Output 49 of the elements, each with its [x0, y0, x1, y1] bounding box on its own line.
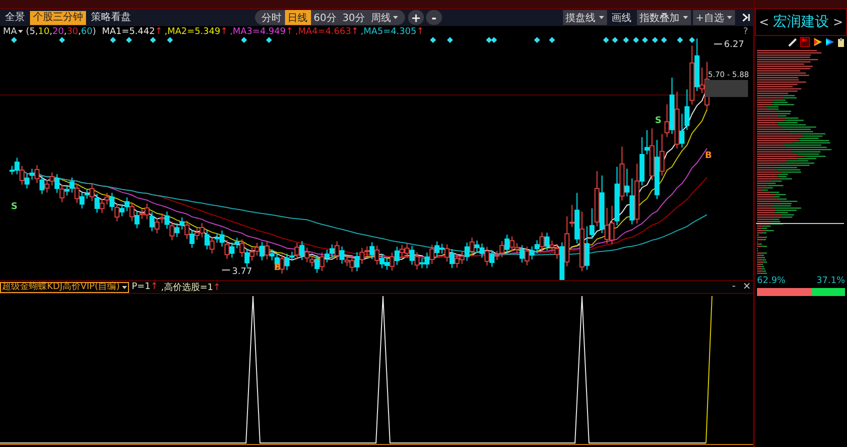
caret-icon	[598, 16, 604, 19]
price-range-box	[705, 80, 748, 97]
stock-name: 宏润建设	[772, 13, 830, 31]
collapse-icon[interactable]	[742, 13, 752, 22]
toolbar-button[interactable]: 画线	[608, 10, 635, 25]
tab[interactable]: 策略看盘	[88, 10, 134, 24]
pencil-icon[interactable]	[788, 38, 797, 46]
tab[interactable]: 个股三分钟	[30, 10, 86, 24]
low-price-label: 3.77	[232, 267, 252, 277]
ma-parameters: (5,10,20,30,60)	[26, 26, 96, 36]
toolbar-button[interactable]: 指数叠加	[636, 10, 691, 25]
zoom-button[interactable]: +	[408, 10, 424, 25]
caret-icon	[122, 286, 127, 288]
ma-value: ,MA4=4.663↑	[295, 26, 359, 36]
flag-icon[interactable]	[813, 38, 822, 46]
next-stock-button[interactable]: >	[832, 15, 843, 29]
tab[interactable]: 全景	[2, 10, 28, 24]
period-tab[interactable]: 日线	[284, 10, 311, 25]
caret-icon	[393, 16, 398, 19]
toolbar-button[interactable]: 摸盘线	[562, 10, 607, 25]
help-icon[interactable]: ?	[743, 26, 748, 36]
caret-icon	[18, 30, 23, 33]
buy-signal-label: B	[705, 151, 712, 161]
ma-value: ,MA2=5.349↑	[164, 26, 228, 36]
period-tab[interactable]: 周线	[368, 10, 402, 25]
ma-value: ,MA5=4.305↑	[360, 26, 424, 36]
minimize-button[interactable]: -	[730, 282, 738, 292]
flag-icon[interactable]	[825, 38, 834, 46]
period-tab[interactable]: 分时	[258, 10, 285, 25]
ma-dropdown[interactable]: MA	[2, 26, 24, 37]
period-tab[interactable]: 30分	[339, 10, 368, 25]
buy-percentage: 62.9%	[757, 276, 786, 286]
sell-signal-label: S	[11, 202, 18, 212]
close-button[interactable]: ×	[740, 282, 753, 292]
buy-signal-label: B	[274, 263, 281, 273]
caret-icon	[682, 16, 688, 19]
indicator-parameter: P=1↑	[132, 282, 158, 292]
ma-value: ,MA3=4.949↑	[230, 26, 294, 36]
toolbar-button[interactable]: +自选	[692, 10, 736, 25]
indicator-parameter: ,高价选股=1↑	[161, 282, 221, 294]
caret-icon	[727, 16, 732, 19]
high-price-label: 6.27	[724, 40, 744, 50]
previous-stock-button[interactable]: <	[759, 15, 770, 29]
period-tab[interactable]: 60分	[310, 10, 340, 25]
zoom-button[interactable]: -	[426, 10, 442, 25]
sell-percentage: 37.1%	[816, 276, 845, 286]
note-icon[interactable]	[837, 38, 845, 46]
sell-signal-label: S	[655, 116, 662, 126]
ma-value: MA1=5.442↑	[102, 26, 163, 36]
